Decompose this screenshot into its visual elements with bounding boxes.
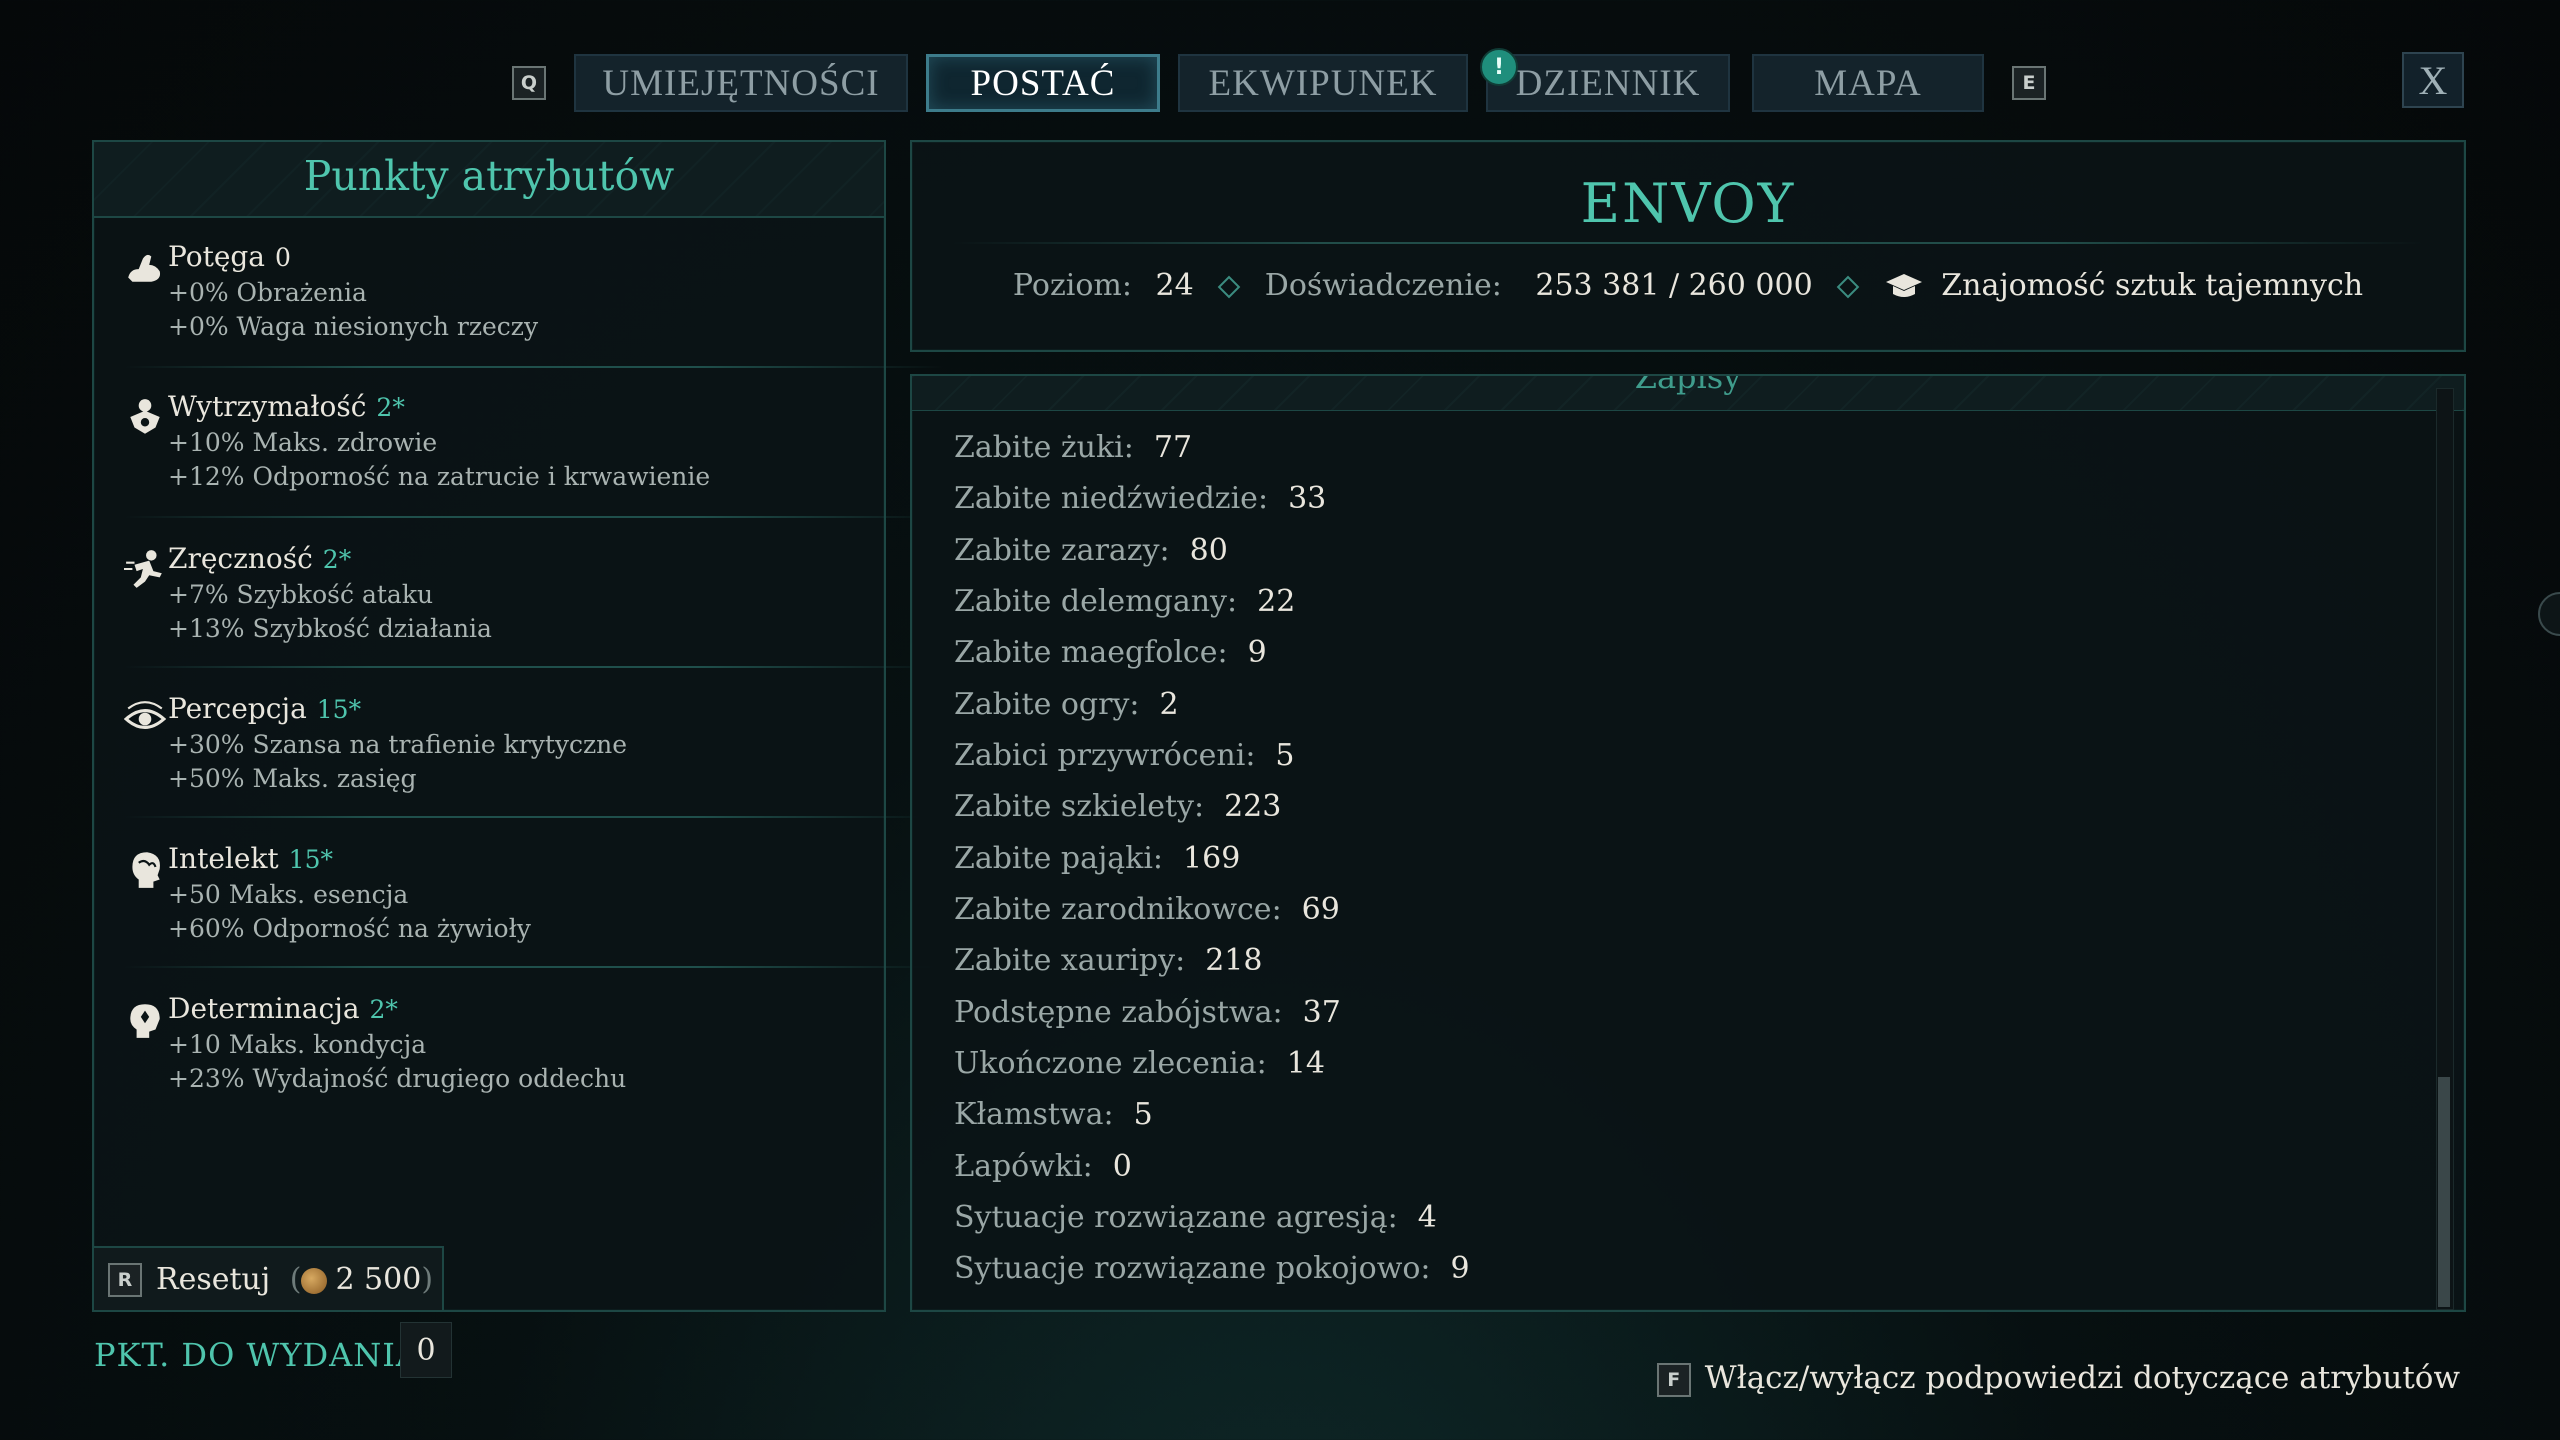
attribute-name: Determinacja (168, 992, 360, 1025)
points-to-spend-label: PKT. DO WYDANIA (94, 1336, 421, 1374)
stat-row: Sytuacje rozwiązane agresją: 4 (954, 1200, 1437, 1235)
attribute-value: 15* (316, 695, 362, 724)
stat-row: Zabite maegfolce: 9 (954, 635, 1267, 670)
attribute-name: Zręczność (168, 542, 313, 575)
attribute-value: 2* (369, 995, 398, 1024)
stat-row: Ukończone zlecenia: 14 (954, 1046, 1325, 1081)
diamond-separator-icon (1217, 275, 1241, 299)
stat-row: Zabici przywróceni: 5 (954, 738, 1295, 773)
experience-label: Doświadczenie: (1264, 268, 1502, 303)
stat-row: Kłamstwa: 5 (954, 1097, 1153, 1132)
next-tab-key[interactable]: E (2012, 66, 2046, 100)
tab-inventory[interactable]: EKWIPUNEK (1178, 54, 1468, 112)
divider (124, 666, 944, 668)
prev-tab-key[interactable]: Q (512, 66, 546, 100)
intellect-head-icon (132, 852, 160, 888)
statistics-title: Zapisy (1634, 376, 1742, 396)
attributes-header: Punkty atrybutów (94, 142, 884, 218)
divider (952, 242, 2424, 244)
attribute-value: 15* (288, 845, 333, 874)
attributes-panel: Punkty atrybutów Potęga 0 +0% Obrażenia +… (92, 140, 944, 1312)
statistics-header: Zapisy (912, 376, 2464, 411)
reset-cost: 2 500 (335, 1262, 422, 1297)
attribute-effect: +0% Obrażenia (168, 278, 367, 307)
attribute-effect: +50 Maks. esencja (168, 880, 409, 909)
stat-row: Sytuacje rozwiązane pokojowo: 9 (954, 1251, 1470, 1286)
stat-row: Łapówki: 0 (954, 1149, 1132, 1184)
attribute-might[interactable]: Potęga 0 +0% Obrażenia +0% Waga niesionyc… (124, 240, 864, 350)
side-arrow-icon[interactable] (2538, 592, 2560, 636)
character-summary: Poziom: 24 Doświadczenie: 253 381 / 260 … (912, 268, 2464, 303)
stat-row: Zabite delemgany: 22 (954, 584, 1296, 619)
perception-eye-icon (124, 701, 166, 729)
level-value: 24 (1155, 268, 1194, 303)
scrollbar-thumb[interactable] (2438, 1077, 2450, 1307)
reset-button[interactable]: R Resetuj (2 500) (94, 1246, 444, 1310)
character-name: ENVOY (1580, 172, 1796, 235)
character-header-panel: ENVOY Poziom: 24 Doświadczenie: 253 381 … (910, 140, 2466, 352)
diamond-separator-icon (1836, 275, 1860, 299)
attribute-value: 0 (275, 243, 291, 272)
stat-row: Zabite pająki: 169 (954, 841, 1241, 876)
statistics-scrollbar[interactable] (2436, 388, 2454, 1310)
stat-row: Zabite zarazy: 80 (954, 533, 1228, 568)
resolve-head-icon (130, 1004, 160, 1038)
attribute-effect: +10% Maks. zdrowie (168, 428, 438, 457)
attribute-effect: +7% Szybkość ataku (168, 580, 434, 609)
tab-journal[interactable]: DZIENNIK (1486, 54, 1730, 112)
divider (124, 516, 944, 518)
graduation-cap-icon (1885, 274, 1922, 297)
attribute-effect: +50% Maks. zasięg (168, 764, 417, 793)
attribute-perception[interactable]: Percepcja 15* +30% Szansa na trafienie kr… (124, 692, 864, 802)
attribute-effect: +10 Maks. kondycja (168, 1030, 427, 1059)
attribute-effect: +30% Szansa na trafienie krytyczne (168, 730, 628, 759)
stat-row: Zabite xauripy: 218 (954, 943, 1263, 978)
points-to-spend-value: 0 (400, 1322, 452, 1378)
attribute-value: 2* (322, 545, 352, 574)
constitution-icon (130, 399, 160, 434)
attribute-effect: +23% Wydajność drugiego oddechu (168, 1064, 627, 1093)
divider (124, 816, 944, 818)
attribute-effect: +12% Odporność na zatrucie i krwawienie (168, 462, 711, 491)
hint-label: Włącz/wyłącz podpowiedzi dotyczące atryb… (1704, 1360, 2460, 1396)
tab-skills[interactable]: UMIEJĘTNOŚCI (574, 54, 908, 112)
attribute-dexterity[interactable]: Zręczność 2* +7% Szybkość ataku +13% Szyb… (124, 542, 864, 652)
tab-map[interactable]: MAPA (1752, 54, 1984, 112)
tab-character[interactable]: POSTAĆ (926, 54, 1160, 112)
level-label: Poziom: (1012, 268, 1132, 303)
experience-value: 253 381 / 260 000 (1535, 268, 1813, 303)
divider (124, 966, 944, 968)
attribute-name: Potęga (168, 240, 266, 273)
attributes-title: Punkty atrybutów (303, 152, 675, 200)
coin-icon (301, 1268, 328, 1294)
divider (124, 366, 944, 368)
attribute-name: Intelekt (168, 842, 279, 875)
journal-notification-icon: ! (1480, 48, 1518, 86)
attribute-constitution[interactable]: Wytrzymałość 2* +10% Maks. zdrowie +12% O… (124, 390, 864, 500)
stat-row: Podstępne zabójstwa: 37 (954, 995, 1341, 1030)
attribute-intellect[interactable]: Intelekt 15* +50 Maks. esencja +60% Odpor… (124, 842, 864, 952)
dexterity-runner-icon (124, 550, 162, 588)
reset-key: R (108, 1263, 142, 1297)
attribute-hints-toggle[interactable]: F Włącz/wyłącz podpowiedzi dotyczące atry… (1656, 1360, 2460, 1397)
statistics-panel[interactable]: Zapisy Zabite żuki: 77 Zabite niedźwiedzi… (910, 374, 2466, 1312)
attribute-effect: +60% Odporność na żywioły (168, 914, 531, 943)
attribute-effect: +13% Szybkość działania (168, 614, 492, 643)
stat-row: Zabite szkielety: 223 (954, 789, 1282, 824)
attribute-value: 2* (376, 393, 405, 422)
stat-row: Zabite ogry: 2 (954, 687, 1179, 722)
hint-key: F (1656, 1362, 1691, 1397)
background-label: Znajomość sztuk tajemnych (1941, 268, 2364, 303)
stat-row: Zabite zarodnikowce: 69 (954, 892, 1340, 927)
stat-row: Zabite żuki: 77 (954, 430, 1193, 465)
attribute-name: Percepcja (168, 692, 307, 725)
reset-label: Resetuj (156, 1262, 271, 1297)
arm-strength-icon (128, 254, 161, 282)
stat-row: Zabite niedźwiedzie: 33 (954, 481, 1327, 516)
close-button[interactable]: X (2402, 52, 2464, 108)
attribute-name: Wytrzymałość (168, 390, 367, 423)
attribute-resolve[interactable]: Determinacja 2* +10 Maks. kondycja +23% W… (124, 992, 864, 1102)
attribute-effect: +0% Waga niesionych rzeczy (168, 312, 539, 341)
